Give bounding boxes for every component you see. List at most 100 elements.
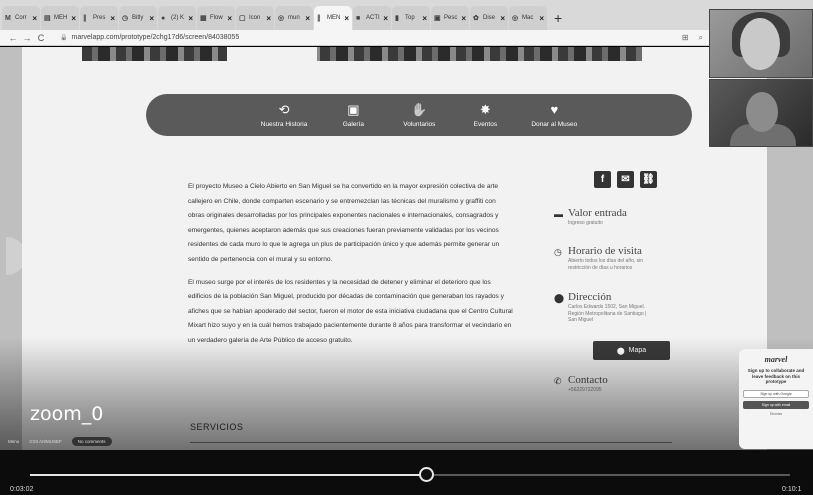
reload-icon[interactable]: C xyxy=(34,33,48,43)
tab-close-icon[interactable]: × xyxy=(305,14,310,23)
nav-item[interactable]: ✸ Eventos xyxy=(465,102,505,128)
tab-close-icon[interactable]: × xyxy=(227,14,232,23)
browser-tab[interactable]: M Corr × xyxy=(2,6,40,30)
direccion-title: Dirección xyxy=(568,291,612,303)
address-bar-actions: ⊞ ⌕ xyxy=(682,33,703,43)
browser-tab[interactable]: ◎ Mac × xyxy=(509,6,547,30)
tab-close-icon[interactable]: × xyxy=(266,14,271,23)
map-pin-icon: ⬤ xyxy=(616,347,625,355)
marvel-signup-widget: marvel Sign up to collaborate and leave … xyxy=(739,349,813,449)
hand-icon: ✋ xyxy=(411,102,428,117)
address-bar: ← → C 🔒 marvelapp.com/prototype/2chg17d6/… xyxy=(0,30,813,46)
tab-close-icon[interactable]: × xyxy=(539,14,544,23)
zoom-icon[interactable]: ⌕ xyxy=(699,33,703,43)
tab-favicon-icon: ▢ xyxy=(239,15,246,22)
browser-tab[interactable]: ∥ MEN × xyxy=(314,6,352,30)
phone-icon: ✆ xyxy=(554,376,562,386)
browser-tab[interactable]: ✿ Dise × xyxy=(470,6,508,30)
new-tab-button[interactable]: + xyxy=(548,10,568,30)
link-icon[interactable]: ⛓ xyxy=(640,171,657,188)
clock-icon: ◷ xyxy=(554,247,562,257)
museum-description: El proyecto Museo a Cielo Abierto en San… xyxy=(188,180,513,357)
contacto-block: ✆ Contacto +56229722095 xyxy=(554,374,608,394)
tab-title: Dise xyxy=(483,15,496,21)
valor-sub: Ingreso gratuito xyxy=(568,220,603,226)
url-field[interactable]: 🔒 marvelapp.com/prototype/2chg17d6/screen… xyxy=(60,34,239,41)
participant-1-face xyxy=(740,18,780,70)
browser-tab[interactable]: ▢ Icon × xyxy=(236,6,274,30)
tab-favicon-icon: ▤ xyxy=(44,15,51,22)
mapa-label: Mapa xyxy=(628,347,647,354)
google-signup-button[interactable]: Sign up with Google xyxy=(743,389,809,398)
browser-tab[interactable]: ◎ mun × xyxy=(275,6,313,30)
servicios-heading: SERVICIOS xyxy=(190,422,244,432)
contacto-title: Contacto xyxy=(568,374,608,386)
nav-item-label: Eventos xyxy=(473,121,498,128)
comments-pill[interactable]: No comments xyxy=(71,437,112,446)
marvel-logo: marvel xyxy=(764,355,788,364)
browser-tab[interactable]: ● (2) K × xyxy=(158,6,196,30)
forward-arrow-icon[interactable]: → xyxy=(20,33,34,43)
horario-block: ◷ Horario de visita Abierto todos los dí… xyxy=(554,245,653,271)
facebook-icon[interactable]: f xyxy=(594,171,611,188)
horario-title: Horario de visita xyxy=(568,245,642,257)
nav-item[interactable]: ▣ Galería xyxy=(333,102,373,128)
browser-tab[interactable]: ◷ Bitly × xyxy=(119,6,157,30)
museum-site: ⟲ Nuestra Historia ▣ Galería ✋ Voluntarios ✸ Ev… xyxy=(22,47,767,495)
nav-item-label: Galería xyxy=(342,121,365,128)
tab-close-icon[interactable]: × xyxy=(344,14,349,23)
nav-item[interactable]: ⟲ Nuestra Historia xyxy=(261,102,308,128)
dismiss-link[interactable]: Dismiss xyxy=(743,412,809,416)
page-viewport: ⟲ Nuestra Historia ▣ Galería ✋ Voluntarios ✸ Ev… xyxy=(0,47,813,495)
tab-title: Pesc xyxy=(444,15,458,21)
tab-close-icon[interactable]: × xyxy=(149,14,154,23)
browser-tab[interactable]: ∥ Pres × xyxy=(80,6,118,30)
tab-favicon-icon: ▦ xyxy=(200,15,207,22)
email-signup-button[interactable]: Sign up with email xyxy=(743,400,809,409)
back-arrow-icon[interactable]: ← xyxy=(6,33,20,43)
zoom-watermark: zoom_0 xyxy=(30,403,104,425)
nav-item[interactable]: ♥ Donar al Museo xyxy=(531,102,577,128)
browser-tab[interactable]: ▦ Flow × xyxy=(197,6,235,30)
tab-close-icon[interactable]: × xyxy=(500,14,505,23)
nav-item[interactable]: ✋ Voluntarios xyxy=(399,102,439,128)
direccion-block: ⬤ Dirección Carlos Edwards 1502, San Mig… xyxy=(554,291,653,324)
tab-favicon-icon: ∥ xyxy=(83,15,87,22)
browser-tab[interactable]: ■ ACTI × xyxy=(353,6,391,30)
history-icon: ⟲ xyxy=(278,102,290,117)
tab-title: Pres xyxy=(93,15,106,21)
total-time: 0:10:1 xyxy=(782,486,802,493)
seek-handle[interactable] xyxy=(419,467,434,482)
translate-icon[interactable]: ⊞ xyxy=(682,33,689,43)
tab-favicon-icon: ▣ xyxy=(434,15,441,22)
tab-favicon-icon: ■ xyxy=(356,14,361,22)
main-navigation: ⟲ Nuestra Historia ▣ Galería ✋ Voluntarios ✸ Ev… xyxy=(146,94,692,136)
social-links: f ✉ ⛓ xyxy=(594,171,657,188)
tab-close-icon[interactable]: × xyxy=(71,14,76,23)
tab-close-icon[interactable]: × xyxy=(188,14,193,23)
recording-footer: Menu 3:03 Art/MUSEF No comments xyxy=(8,437,112,446)
tab-favicon-icon: M xyxy=(5,14,11,22)
horario-sub: Abierto todos los días del año, sin rest… xyxy=(568,258,644,271)
mapa-button[interactable]: ⬤ Mapa xyxy=(593,341,670,360)
tab-favicon-icon: ◎ xyxy=(512,15,519,22)
tab-close-icon[interactable]: × xyxy=(32,14,37,23)
tab-favicon-icon: ✿ xyxy=(473,15,479,22)
mail-icon[interactable]: ✉ xyxy=(617,171,634,188)
browser-tab-strip: M Corr × ▤ MEH × ∥ Pres × ◷ Bitly × ● (2) K × ▦ Flow × ▢ Ic… xyxy=(0,0,813,30)
tab-favicon-icon: ● xyxy=(161,14,166,22)
browser-tab[interactable]: ▮ Top × xyxy=(392,6,430,30)
tab-close-icon[interactable]: × xyxy=(383,14,388,23)
tab-title: Corr xyxy=(15,15,27,21)
hero-image-strip xyxy=(82,47,642,61)
tab-close-icon[interactable]: × xyxy=(422,14,427,23)
tab-title: Top xyxy=(405,15,415,21)
browser-tab[interactable]: ▣ Pesc × xyxy=(431,6,469,30)
footer-menu[interactable]: Menu xyxy=(8,439,19,444)
description-paragraph-2: El museo surge por el interés de los res… xyxy=(188,278,513,344)
tab-close-icon[interactable]: × xyxy=(110,14,115,23)
nav-item-label: Nuestra Historia xyxy=(260,121,308,128)
tab-close-icon[interactable]: × xyxy=(461,14,466,23)
tab-title: Flow xyxy=(210,15,223,21)
browser-tab[interactable]: ▤ MEH × xyxy=(41,6,79,30)
